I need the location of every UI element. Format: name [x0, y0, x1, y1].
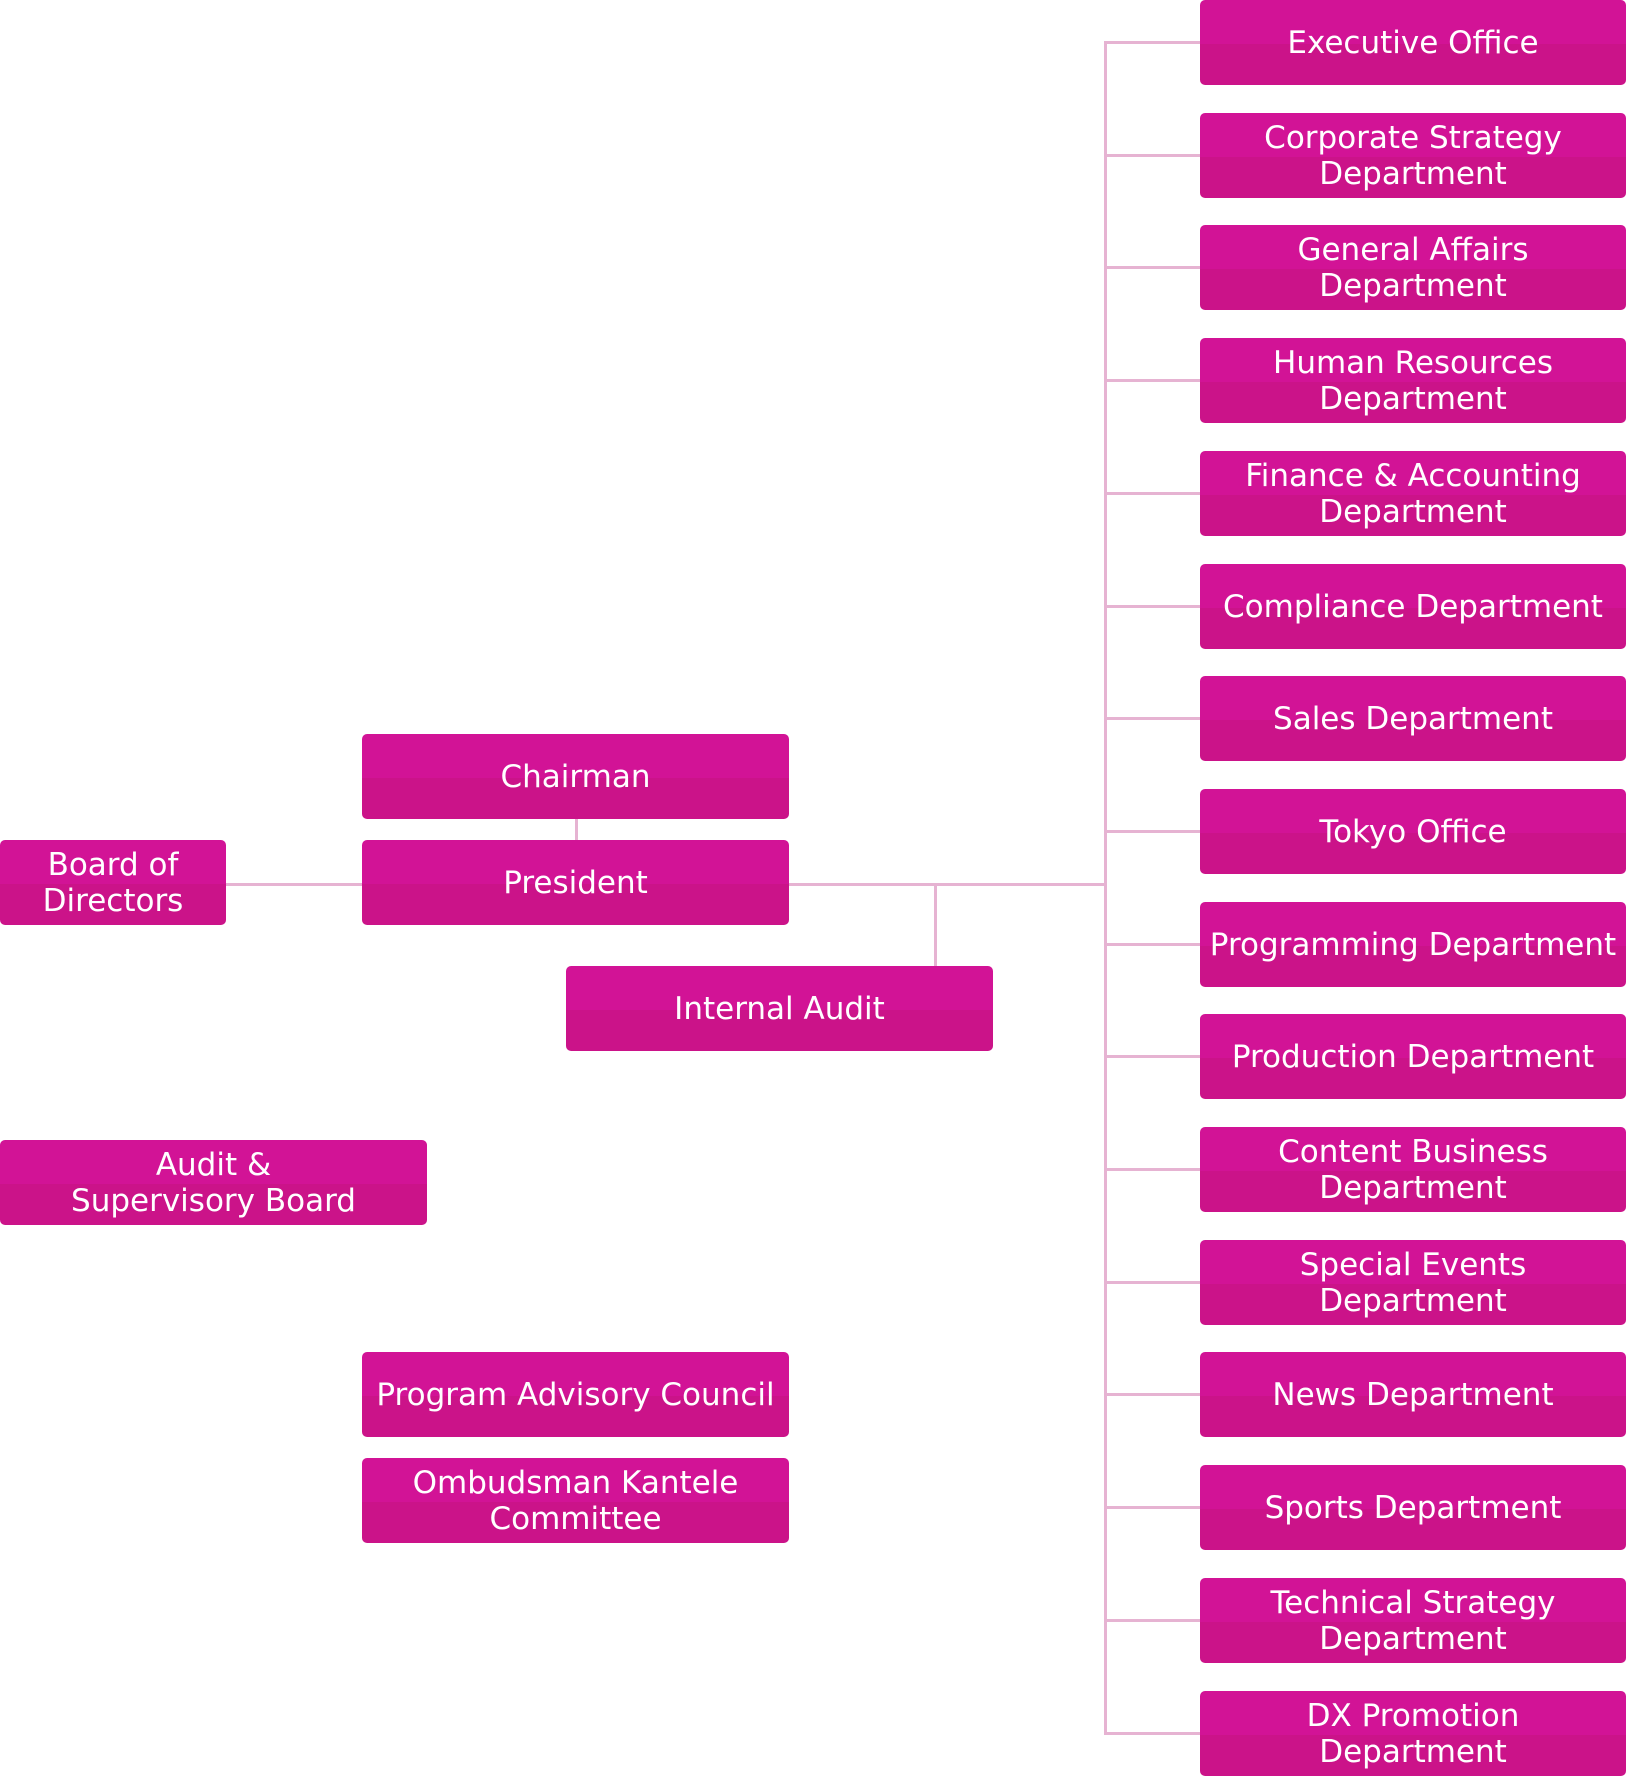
- department-branch-connector: [1104, 492, 1200, 495]
- department-branch-connector: [1104, 1732, 1200, 1735]
- internal-audit-box[interactable]: Internal Audit: [566, 966, 993, 1051]
- president-box[interactable]: President: [362, 840, 789, 925]
- department-box[interactable]: Tokyo Office: [1200, 789, 1626, 874]
- department-box[interactable]: Technical Strategy Department: [1200, 1578, 1626, 1663]
- department-branch-connector: [1104, 717, 1200, 720]
- department-box[interactable]: Content Business Department: [1200, 1127, 1626, 1212]
- department-box[interactable]: DX Promotion Department: [1200, 1691, 1626, 1776]
- department-branch-connector: [1104, 154, 1200, 157]
- department-box[interactable]: General Affairs Department: [1200, 225, 1626, 310]
- department-box[interactable]: Programming Department: [1200, 902, 1626, 987]
- department-branch-connector: [1104, 1393, 1200, 1396]
- department-box[interactable]: Sales Department: [1200, 676, 1626, 761]
- department-box[interactable]: Compliance Department: [1200, 564, 1626, 649]
- department-box[interactable]: Corporate Strategy Department: [1200, 113, 1626, 198]
- department-box[interactable]: News Department: [1200, 1352, 1626, 1437]
- program-advisory-council-box[interactable]: Program Advisory Council: [362, 1352, 789, 1437]
- ombudsman-committee-box[interactable]: Ombudsman Kantele Committee: [362, 1458, 789, 1543]
- department-branch-connector: [1104, 1619, 1200, 1622]
- department-box[interactable]: Finance & Accounting Department: [1200, 451, 1626, 536]
- department-branch-connector: [1104, 379, 1200, 382]
- department-branch-connector: [1104, 266, 1200, 269]
- department-branch-connector: [1104, 1055, 1200, 1058]
- department-branch-connector: [1104, 1168, 1200, 1171]
- connector-chairman-president: [575, 819, 578, 840]
- department-box[interactable]: Production Department: [1200, 1014, 1626, 1099]
- department-branch-connector: [1104, 41, 1200, 44]
- audit-supervisory-board-box[interactable]: Audit & Supervisory Board: [0, 1140, 427, 1225]
- department-branch-connector: [1104, 605, 1200, 608]
- connector-board-president: [226, 883, 362, 886]
- department-branch-connector: [1104, 943, 1200, 946]
- department-box[interactable]: Human Resources Department: [1200, 338, 1626, 423]
- department-box[interactable]: Special Events Department: [1200, 1240, 1626, 1325]
- department-box[interactable]: Executive Office: [1200, 0, 1626, 85]
- department-branch-connector: [1104, 1506, 1200, 1509]
- departments-trunk: [1104, 42, 1107, 1735]
- department-branch-connector: [1104, 1281, 1200, 1284]
- department-branch-connector: [1104, 830, 1200, 833]
- chairman-box[interactable]: Chairman: [362, 734, 789, 819]
- connector-internal-audit: [934, 884, 937, 966]
- department-box[interactable]: Sports Department: [1200, 1465, 1626, 1550]
- board-of-directors-box[interactable]: Board of Directors: [0, 840, 226, 925]
- connector-president-departments: [789, 883, 1107, 886]
